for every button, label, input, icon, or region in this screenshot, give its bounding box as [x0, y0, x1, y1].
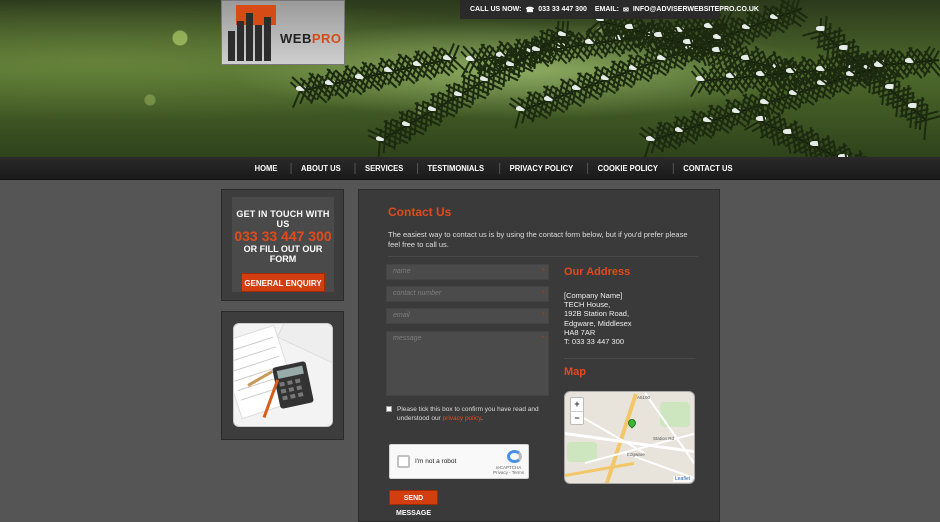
address-line: TECH House, [564, 300, 611, 310]
recaptcha-checkbox[interactable] [397, 455, 410, 468]
nav-item-contact-us[interactable]: CONTACT US [672, 157, 743, 180]
email-placeholder: email [393, 312, 410, 319]
recaptcha-brand: reCAPTCHA Privacy - Terms [493, 465, 524, 475]
required-mark: * [541, 334, 545, 343]
logo-wordmark: WEBPRO [280, 31, 342, 46]
nav-item-privacy-policy[interactable]: PRIVACY POLICY [498, 157, 583, 180]
recaptcha-terms-links[interactable]: Privacy - Terms [493, 470, 524, 475]
sidebar-phone[interactable]: 033 33 447 300 [232, 229, 334, 244]
calculator-photo [233, 323, 333, 427]
recaptcha-widget: I'm not a robot reCAPTCHA Privacy - Terms [389, 444, 529, 479]
privacy-consent-checkbox[interactable] [386, 406, 392, 412]
recaptcha-label: I'm not a robot [415, 458, 457, 465]
message-textarea[interactable]: message * [386, 331, 549, 396]
nav-item-services[interactable]: SERVICES [354, 157, 413, 180]
name-placeholder: name [393, 268, 411, 275]
address-heading: Our Address [564, 266, 631, 278]
email-field[interactable]: email * [386, 308, 549, 324]
contact-placeholder: contact number [393, 290, 442, 297]
address-line: 192B Station Road, [564, 309, 630, 319]
zoom-in-button[interactable]: + [571, 398, 583, 411]
get-in-touch-inner: GET IN TOUCH WITH US 033 33 447 300 OR F… [232, 197, 334, 292]
nav-item-cookie-policy[interactable]: COOKIE POLICY [587, 157, 669, 180]
topbar-phone[interactable]: 033 33 447 300 [538, 6, 587, 13]
privacy-policy-link[interactable]: privacy policy [443, 415, 482, 422]
call-label: CALL US NOW: [470, 6, 522, 13]
address-block: [Company Name] TECH House, 192B Station … [564, 291, 632, 346]
nav-item-about-us[interactable]: ABOUT US [290, 157, 352, 180]
divider [564, 358, 695, 359]
map-attribution-link[interactable]: Leaflet [672, 476, 692, 482]
nav-item-testimonials[interactable]: TESTIMONIALS [417, 157, 494, 180]
address-phone: T: 033 33 447 300 [564, 337, 625, 347]
hero-banner [0, 0, 940, 157]
privacy-consent-label: Please tick this box to confirm you have… [397, 406, 539, 422]
general-enquiry-button[interactable]: GENERAL ENQUIRY [241, 273, 325, 292]
logo-bars-icon [228, 9, 276, 61]
recaptcha-icon [507, 450, 522, 463]
required-mark: * [541, 267, 545, 276]
envelope-icon: ✉ [622, 6, 629, 14]
address-line: HA8 7AR [564, 327, 596, 337]
sidebar-image-box [221, 311, 344, 440]
email-label: EMAIL: [594, 6, 619, 13]
page-title: Contact Us [388, 205, 452, 219]
site-logo[interactable]: WEBPRO [221, 0, 345, 65]
divider [388, 256, 698, 257]
nav-item-home[interactable]: HOME [244, 157, 288, 180]
zoom-out-button[interactable]: − [571, 411, 583, 424]
map-label: Edgware [627, 452, 645, 457]
main-navigation: HOME ABOUT US SERVICES TESTIMONIALS PRIV… [0, 157, 940, 180]
send-message-button[interactable]: SEND MESSAGE [389, 490, 438, 517]
required-mark: * [541, 289, 545, 298]
contact-panel: Contact Us The easiest way to contact us… [358, 189, 720, 522]
map-label: Station Rd [653, 436, 675, 441]
get-in-touch-heading: GET IN TOUCH WITH US [236, 209, 330, 229]
location-map[interactable]: A5100 Edgware Station Rd + − Leaflet [564, 391, 695, 484]
calculator-icon [272, 360, 314, 410]
phone-icon: ☎ [525, 6, 535, 14]
map-heading: Map [564, 366, 586, 378]
intro-text: The easiest way to contact us is by usin… [388, 230, 688, 249]
contact-number-field[interactable]: contact number * [386, 286, 549, 302]
address-line: [Company Name] [564, 291, 623, 300]
name-field[interactable]: name * [386, 264, 549, 280]
address-line: Edgware, Middlesex [564, 318, 632, 328]
map-zoom-control: + − [570, 397, 584, 425]
fill-form-text: OR FILL OUT OUR FORM [243, 244, 323, 264]
get-in-touch-box: GET IN TOUCH WITH US 033 33 447 300 OR F… [221, 189, 344, 301]
topbar-email[interactable]: INFO@ADVISERWEBSITEPRO.CO.UK [633, 6, 759, 13]
required-mark: * [541, 311, 545, 320]
map-label: A5100 [637, 395, 651, 400]
contact-top-bar: CALL US NOW: ☎ 033 33 447 300 EMAIL: ✉ I… [460, 0, 759, 19]
message-placeholder: message [393, 335, 422, 342]
